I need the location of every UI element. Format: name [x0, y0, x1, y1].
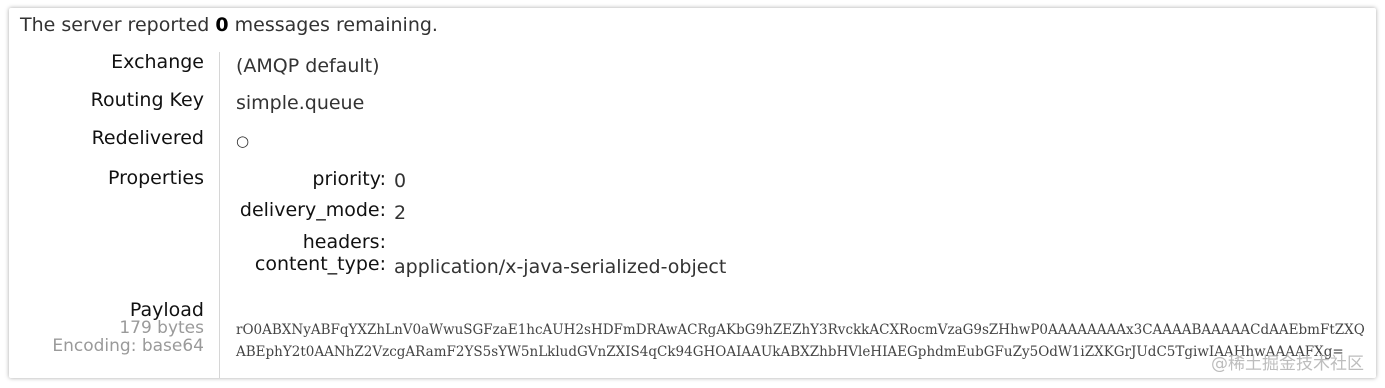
properties-label: Properties	[107, 167, 204, 189]
payload-encoding: Encoding: base64	[52, 336, 204, 356]
delivery-mode-key: delivery_mode:	[239, 199, 386, 221]
status-suffix: messages remaining.	[234, 14, 438, 36]
column-divider	[219, 52, 220, 378]
redelivered-label: Redelivered	[91, 127, 204, 149]
payload-size: 179 bytes	[119, 318, 204, 338]
content-type-key: content_type:	[254, 253, 386, 275]
content-type-value: application/x-java-serialized-object	[394, 256, 727, 278]
status-prefix: The server reported	[20, 14, 210, 36]
headers-key: headers:	[302, 231, 386, 253]
priority-value: 0	[394, 170, 407, 192]
exchange-label: Exchange	[111, 51, 204, 73]
routing-key-label: Routing Key	[90, 89, 204, 111]
priority-key: priority:	[312, 168, 386, 190]
redelivered-indicator: ○	[236, 132, 250, 150]
remaining-count: 0	[215, 14, 229, 36]
message-panel: The server reported 0 messages remaining…	[9, 8, 1376, 378]
routing-key-value: simple.queue	[236, 92, 365, 114]
queue-status-text: The server reported 0 messages remaining…	[20, 14, 438, 36]
delivery-mode-value: 2	[394, 202, 407, 224]
payload-value: rO0ABXNyABFqYXZhLnV0aWwuSGFzaE1hcAUH2sHD…	[236, 322, 1365, 360]
watermark: @稀土掘金技术社区	[1211, 354, 1364, 374]
exchange-value: (AMQP default)	[236, 55, 380, 77]
